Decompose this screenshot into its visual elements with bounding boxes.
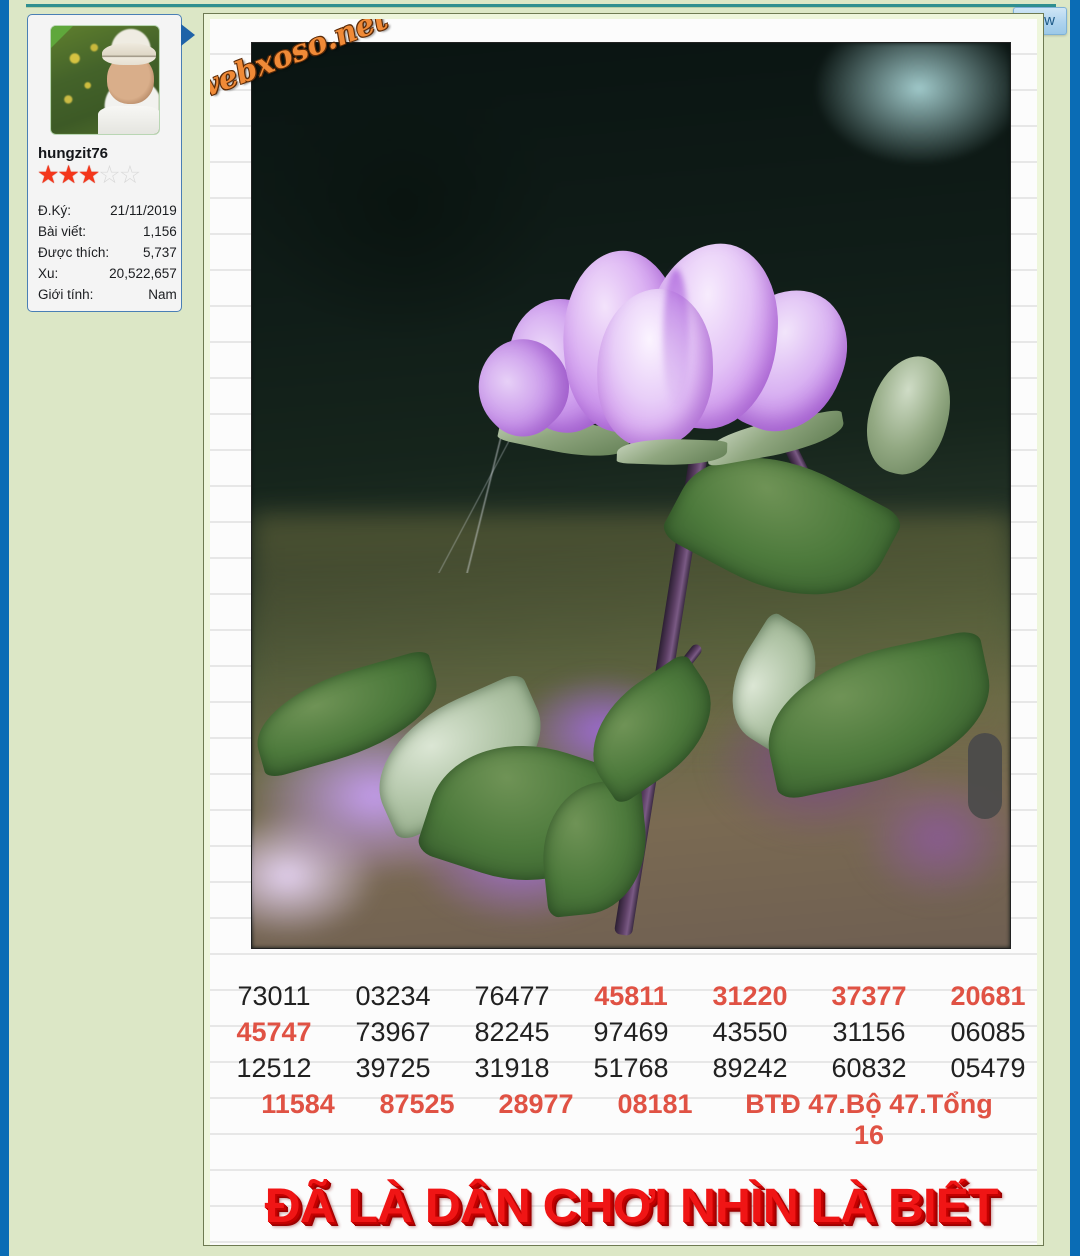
number-row: 45747 73967 82245 97469 43550 31156 0608… [236,1017,1025,1053]
lined-paper-background: webxoso.net 73011 03234 76477 45811 3122… [210,19,1037,1245]
number-cell: 60832 [831,1053,907,1083]
number-cell: 12512 [236,1053,312,1083]
right-edge-bar [1070,0,1080,1256]
rose-petal-streak [663,269,689,409]
stat-label: Đ.Ký: [38,203,72,218]
left-edge-bar [0,0,9,1256]
screenshot-root: New hungzit76 ★★★☆☆ Đ.Ký: 21/11/2019 Bài… [0,0,1080,1256]
star-filled-icon: ★ [37,161,59,189]
number-cell: 31918 [474,1053,550,1083]
stat-value: 5,737 [142,245,177,260]
post-image[interactable] [252,43,1010,948]
number-cell: 76477 [474,981,550,1011]
panel-footer-strip [203,1248,1044,1256]
number-cell: 31156 [832,1017,906,1047]
number-cell-highlight: 87525 [379,1089,455,1119]
post-content-panel: webxoso.net 73011 03234 76477 45811 3122… [203,13,1044,1246]
stat-label: Xu: [38,266,59,281]
table-row: Được thích: 5,737 [36,242,179,263]
stat-value: 1,156 [142,224,177,239]
stat-value: 21/11/2019 [110,203,177,218]
online-status-corner-icon [50,26,73,48]
star-empty-icon: ☆ [118,161,141,189]
number-cell-highlight: 37377 [831,981,907,1011]
avatar[interactable] [49,25,160,135]
table-row: Xu: 20,522,657 [36,263,179,284]
number-cell: 05479 [950,1053,1026,1083]
stat-label: Được thích: [38,245,110,260]
stat-value: 20,522,657 [109,266,177,281]
star-filled-icon: ★ [77,161,100,189]
user-info-card: hungzit76 ★★★☆☆ Đ.Ký: 21/11/2019 Bài viế… [27,14,182,312]
post-banner: ĐÃ LÀ DÂN CHƠI NHÌN LÀ BIẾT [252,1179,1010,1234]
number-cell-highlight: 45747 [236,1017,312,1047]
stat-value: Nam [148,287,177,302]
stat-label: Giới tính: [38,287,94,302]
number-cell: 89242 [712,1053,788,1083]
number-row: 12512 39725 31918 51768 89242 60832 0547… [236,1053,1025,1089]
star-filled-icon: ★ [57,161,79,189]
table-row: Giới tính: Nam [36,284,179,305]
number-cell: 82245 [474,1017,550,1047]
user-stats-table: Đ.Ký: 21/11/2019 Bài viết: 1,156 Được th… [36,200,179,305]
number-cell-highlight: 28977 [498,1089,574,1119]
table-row: Bài viết: 1,156 [36,221,179,242]
number-cell: 03234 [355,981,431,1011]
banner-headline: ĐÃ LÀ DÂN CHƠI NHÌN LÀ BIẾT [264,1180,999,1233]
avatar-shirt-shape [98,105,159,134]
table-row: Đ.Ký: 21/11/2019 [36,200,179,221]
image-scroll-control[interactable] [968,733,1002,819]
number-cell: 43550 [712,1017,788,1047]
top-divider-line-secondary [26,7,1056,8]
number-cell-highlight: 11584 [261,1089,335,1119]
number-row-summary: 11584 87525 28977 08181 BTĐ 47.Bộ 47.Tổn… [252,1089,1010,1150]
number-row: 73011 03234 76477 45811 31220 37377 2068… [237,981,1025,1017]
lottery-numbers-block: 73011 03234 76477 45811 31220 37377 2068… [236,981,1025,1150]
number-cell-highlight: 20681 [950,981,1026,1011]
avatar-hat-shape [102,43,157,65]
number-cell-highlight: 08181 [617,1089,693,1119]
stat-label: Bài viết: [38,224,87,239]
number-cell: 51768 [593,1053,669,1083]
number-cell: 39725 [355,1053,431,1083]
number-summary-text: BTĐ 47.Bộ 47.Tổng 16 [745,1089,993,1150]
rose-bloom [457,233,867,467]
number-cell: 97469 [593,1017,669,1047]
number-cell-highlight: 45811 [594,981,668,1011]
username-label[interactable]: hungzit76 [38,145,173,162]
number-cell: 73967 [355,1017,431,1047]
user-rating-stars: ★★★☆☆ [37,163,173,188]
number-cell: 73011 [237,981,311,1011]
number-cell-highlight: 31220 [712,981,788,1011]
number-cell: 06085 [950,1017,1026,1047]
star-empty-icon: ☆ [98,161,120,189]
card-pointer-arrow-icon [181,24,195,46]
